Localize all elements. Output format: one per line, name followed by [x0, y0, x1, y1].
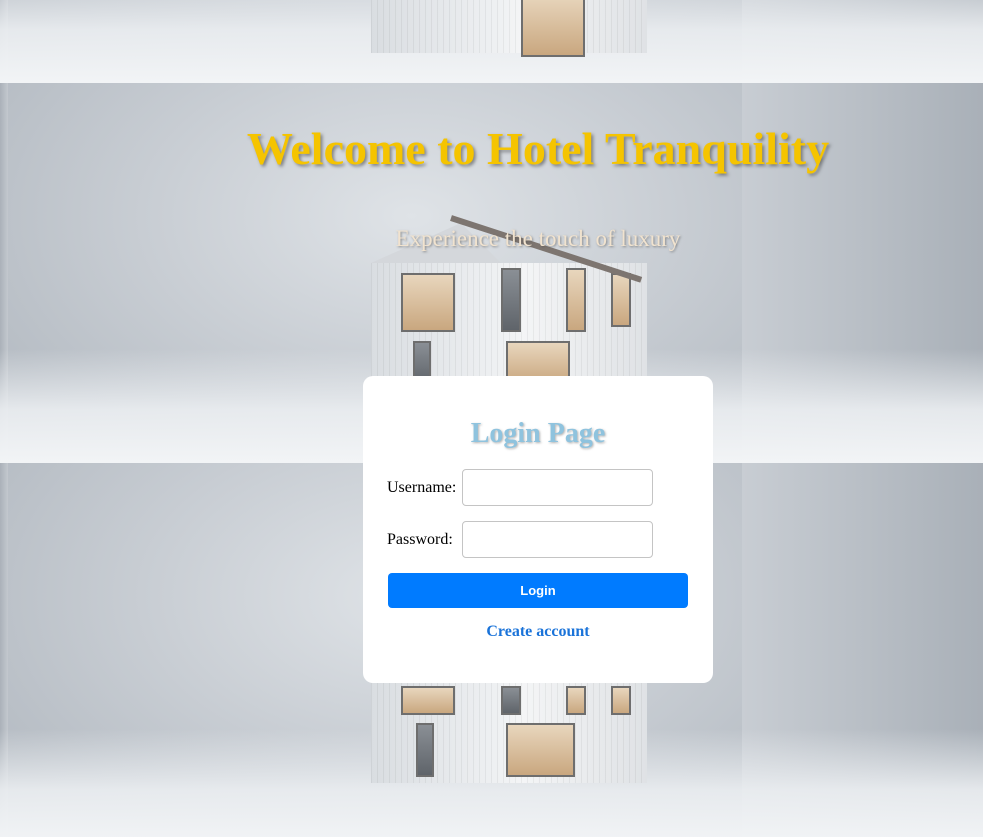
hotel-building-image: [371, 683, 647, 783]
password-label: Password:: [387, 530, 453, 548]
background-tile: [0, 463, 8, 837]
password-input[interactable]: [462, 521, 653, 558]
create-account-link[interactable]: Create account: [363, 623, 713, 641]
login-card: Login Page Username: Password: Login Cre…: [363, 376, 713, 683]
login-button[interactable]: Login: [388, 573, 688, 608]
login-page: Welcome to Hotel Tranquility Experience …: [0, 0, 983, 837]
hotel-building-image: [371, 0, 647, 57]
login-heading: Login Page: [470, 418, 606, 449]
background-tile: [742, 0, 983, 83]
page-title: Welcome to Hotel Tranquility: [246, 123, 830, 174]
username-label: Username:: [387, 478, 457, 496]
username-row: Username:: [387, 469, 653, 506]
password-row: Password:: [387, 521, 653, 558]
background-tile: [0, 0, 8, 83]
background-tile: [742, 463, 983, 837]
page-subtitle: Experience the touch of luxury: [395, 226, 681, 251]
background-tile: [0, 0, 742, 83]
username-input[interactable]: [462, 469, 653, 506]
